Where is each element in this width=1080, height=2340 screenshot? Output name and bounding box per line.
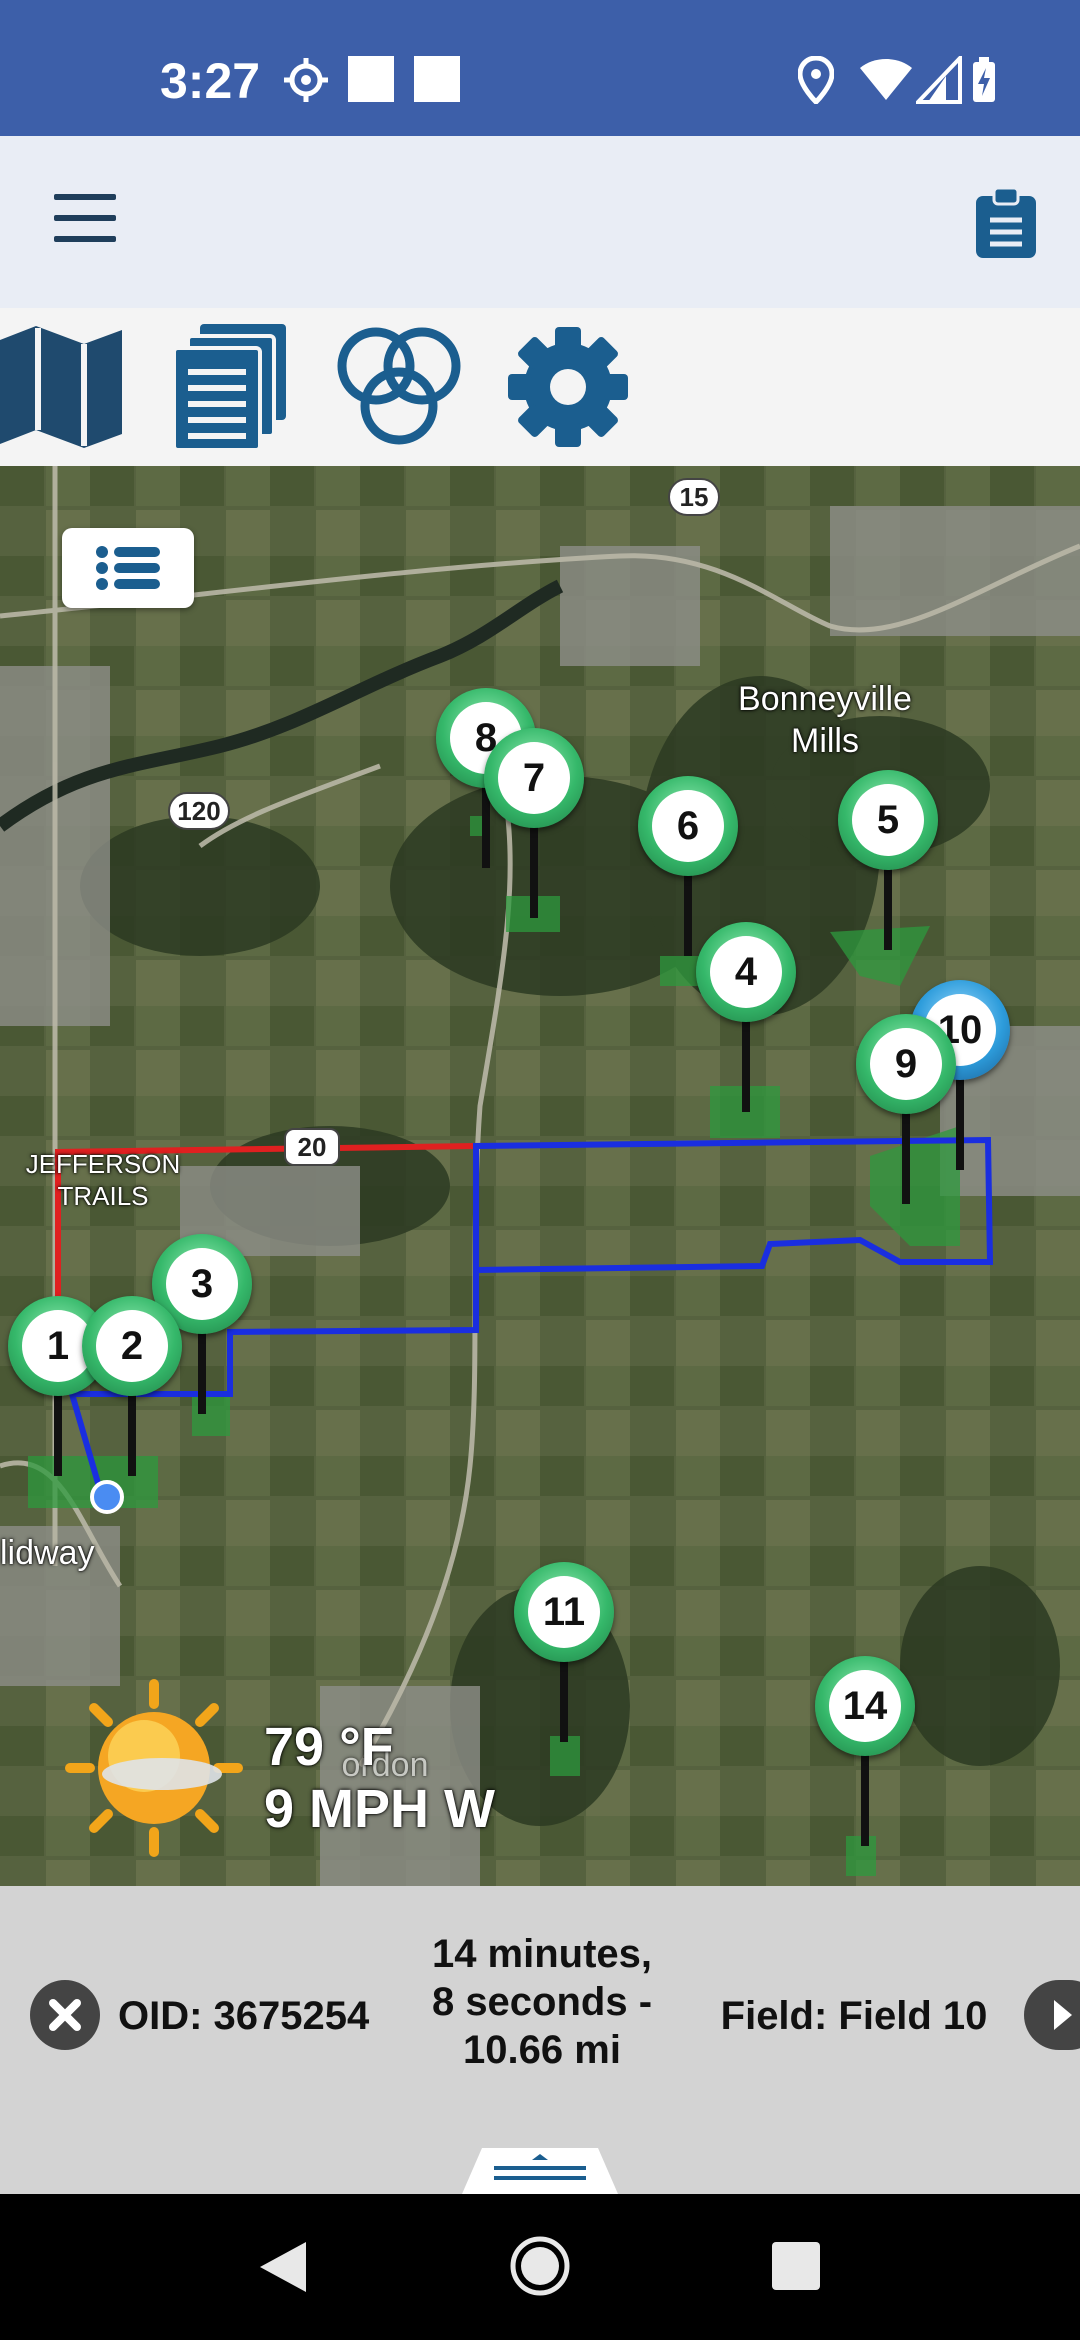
gear-icon	[284, 58, 328, 102]
field-pin-number: 11	[528, 1576, 600, 1648]
place-label-midway: lidway	[0, 1534, 95, 1572]
app-header	[0, 136, 1080, 308]
oid-label: OID: 3675254	[118, 1994, 370, 2038]
field-pin-number: 2	[96, 1310, 168, 1382]
temperature-label: 79 °F	[264, 1717, 394, 1777]
drawer-handle[interactable]	[462, 2148, 618, 2194]
place-label-jefferson-trails: JEFFERSON TRAILS	[25, 1149, 181, 1211]
satellite-map[interactable]: Bonneyville Mills JEFFERSON TRAILS lidwa…	[0, 466, 1080, 1886]
map-icon[interactable]	[0, 322, 126, 452]
field-pin-number: 4	[710, 936, 782, 1008]
square-icon	[348, 56, 394, 102]
list-view-button[interactable]	[62, 528, 194, 608]
sun-partly-cloudy-icon	[65, 1679, 243, 1857]
route-shield-15: 15	[668, 478, 720, 516]
next-field-button[interactable]	[1024, 1980, 1080, 2050]
status-time: 3:27	[160, 53, 261, 109]
field-pin-number: 7	[498, 742, 570, 814]
system-nav-bar	[0, 2194, 1080, 2340]
weather-readout: 79 °F 9 MPH W	[264, 1716, 495, 1840]
eta-time-line2: 8 seconds -	[431, 1980, 653, 2024]
current-location-dot	[90, 1480, 124, 1514]
field-pin-number: 6	[652, 790, 724, 862]
square-icon	[414, 56, 460, 102]
layers-circles-icon[interactable]	[336, 322, 462, 452]
wind-label: 9 MPH W	[264, 1779, 496, 1839]
eta-label: 14 minutes, 8 seconds - 10.66 mi	[404, 1930, 680, 2074]
close-icon	[49, 1999, 81, 2031]
app-screen: 3:27 Bonneyville Mills JEFFERSON TRAILS …	[0, 0, 1080, 2340]
back-icon[interactable]	[256, 2238, 308, 2296]
status-bar: 3:27	[0, 0, 1080, 136]
eta-time-line1: 14 minutes,	[431, 1932, 653, 1976]
field-pin-number: 14	[829, 1670, 901, 1742]
clipboard-icon[interactable]	[974, 188, 1038, 260]
documents-icon[interactable]	[172, 322, 290, 452]
recents-icon[interactable]	[770, 2240, 822, 2292]
wifi-icon	[860, 59, 912, 100]
settings-gear-icon[interactable]	[506, 322, 630, 452]
field-label: Field: Field 10	[720, 1994, 988, 2038]
eta-distance-line: 10.66 mi	[463, 2028, 621, 2072]
toolbar	[0, 308, 1080, 466]
route-shield-20: 20	[284, 1128, 340, 1166]
field-pin-number: 5	[852, 784, 924, 856]
chevron-right-icon	[1054, 2000, 1072, 2030]
signal-icon	[916, 56, 962, 104]
field-pin-number: 3	[166, 1248, 238, 1320]
field-pin-number: 9	[870, 1028, 942, 1100]
list-icon	[96, 546, 160, 590]
route-info-panel: OID: 3675254 14 minutes, 8 seconds - 10.…	[0, 1886, 1080, 2194]
location-icon	[798, 56, 834, 104]
place-label-bonneyville-mills: Bonneyville Mills	[738, 680, 912, 760]
battery-charging-icon	[973, 57, 995, 102]
route-shield-120: 120	[168, 792, 230, 830]
home-icon[interactable]	[508, 2234, 572, 2298]
close-button[interactable]	[30, 1980, 100, 2050]
hamburger-menu-icon[interactable]	[54, 194, 116, 242]
